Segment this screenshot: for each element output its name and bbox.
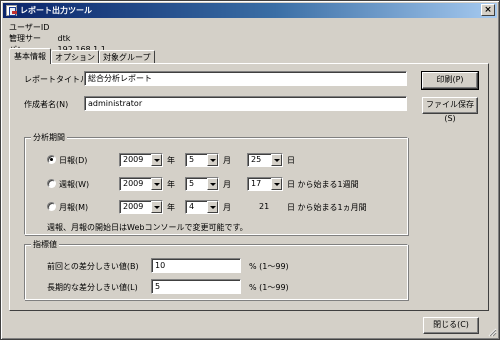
daily-day-value: 25 [251,155,262,164]
tab-target-groups[interactable]: 対象グループ [99,50,155,64]
basic-info-panel: レポートタイトル(T) 総合分析レポート 作成者名(N) administrat… [9,63,489,311]
monthly-year-select[interactable]: 2009 [119,200,163,214]
threshold-title: 指標値 [31,239,59,250]
daily-label: 日報(D) [59,156,88,165]
window-title: レポート出力ツール [20,6,92,15]
chevron-down-icon[interactable] [151,154,162,166]
weekly-year-select[interactable]: 2009 [119,177,163,191]
daily-month-unit: 月 [223,156,231,165]
title-bar: レポート出力ツール × [3,3,497,18]
long-diff-unit: % (1～99) [249,283,289,292]
author-label: 作成者名(N) [24,100,69,109]
daily-year-value: 2009 [123,155,144,164]
resize-grip-icon[interactable] [487,327,497,337]
monthly-radio[interactable] [47,202,56,211]
monthly-month-unit: 月 [223,203,231,212]
weekly-month-unit: 月 [223,180,231,189]
save-file-button[interactable]: ファイル保存(S) [422,97,478,123]
monthly-month-value: 4 [189,202,195,211]
chevron-down-icon[interactable] [207,178,218,190]
chevron-down-icon[interactable] [151,178,162,190]
prev-diff-input[interactable]: 10 [151,258,241,273]
tab-basic-info[interactable]: 基本情報 [9,48,51,64]
daily-month-select[interactable]: 5 [185,153,219,167]
daily-day-select[interactable]: 25 [247,153,283,167]
monthly-month-select[interactable]: 4 [185,200,219,214]
monthly-label: 月報(M) [59,203,89,212]
long-diff-input[interactable]: 5 [151,279,241,294]
prev-diff-unit: % (1～99) [249,262,289,271]
chevron-down-icon[interactable] [207,201,218,213]
analysis-period-group: 分析期間 日報(D) 2009 年 5 月 25 日 週報(W) 2009 年 … [24,132,408,235]
weekly-suffix: 日 から始まる1週間 [287,180,359,189]
monthly-suffix: 日 から始まる1ヵ月間 [287,203,367,212]
monthly-year-unit: 年 [167,203,175,212]
period-note: 週報、月報の開始日はWebコンソールで変更可能です。 [47,223,248,232]
weekly-month-value: 5 [189,179,195,188]
chevron-down-icon[interactable] [151,201,162,213]
prev-diff-label: 前回との差分しきい値(B) [47,262,139,271]
weekly-day-select[interactable]: 17 [247,177,283,191]
daily-year-unit: 年 [167,156,175,165]
report-title-input[interactable]: 総合分析レポート [84,71,407,86]
tab-strip: 基本情報 オプション 対象グループ [9,48,155,64]
threshold-group: 指標値 前回との差分しきい値(B) 10 % (1～99) 長期的な差分しきい値… [24,239,408,300]
daily-suffix: 日 [287,156,295,165]
weekly-month-select[interactable]: 5 [185,177,219,191]
chevron-down-icon[interactable] [271,178,282,190]
weekly-year-value: 2009 [123,179,144,188]
report-tool-window: レポート出力ツール × ユーザーID ： dtk 管理サーバ： 192.168.… [0,0,500,340]
author-input[interactable]: administrator [84,96,407,111]
weekly-label: 週報(W) [59,180,90,189]
app-report-icon [6,5,17,16]
daily-month-value: 5 [189,155,195,164]
weekly-radio[interactable] [47,179,56,188]
monthly-day-value: 21 [259,202,270,211]
weekly-day-value: 17 [251,179,262,188]
long-diff-label: 長期的な差分しきい値(L) [47,283,138,292]
monthly-year-value: 2009 [123,202,144,211]
daily-year-select[interactable]: 2009 [119,153,163,167]
print-button[interactable]: 印刷(P) [421,71,479,90]
analysis-period-title: 分析期間 [31,132,67,143]
chevron-down-icon[interactable] [271,154,282,166]
daily-radio[interactable] [47,155,56,164]
close-button[interactable]: 閉じる(C) [423,317,479,334]
chevron-down-icon[interactable] [207,154,218,166]
weekly-year-unit: 年 [167,180,175,189]
window-close-button[interactable]: × [481,4,495,16]
tab-options[interactable]: オプション [51,50,99,64]
